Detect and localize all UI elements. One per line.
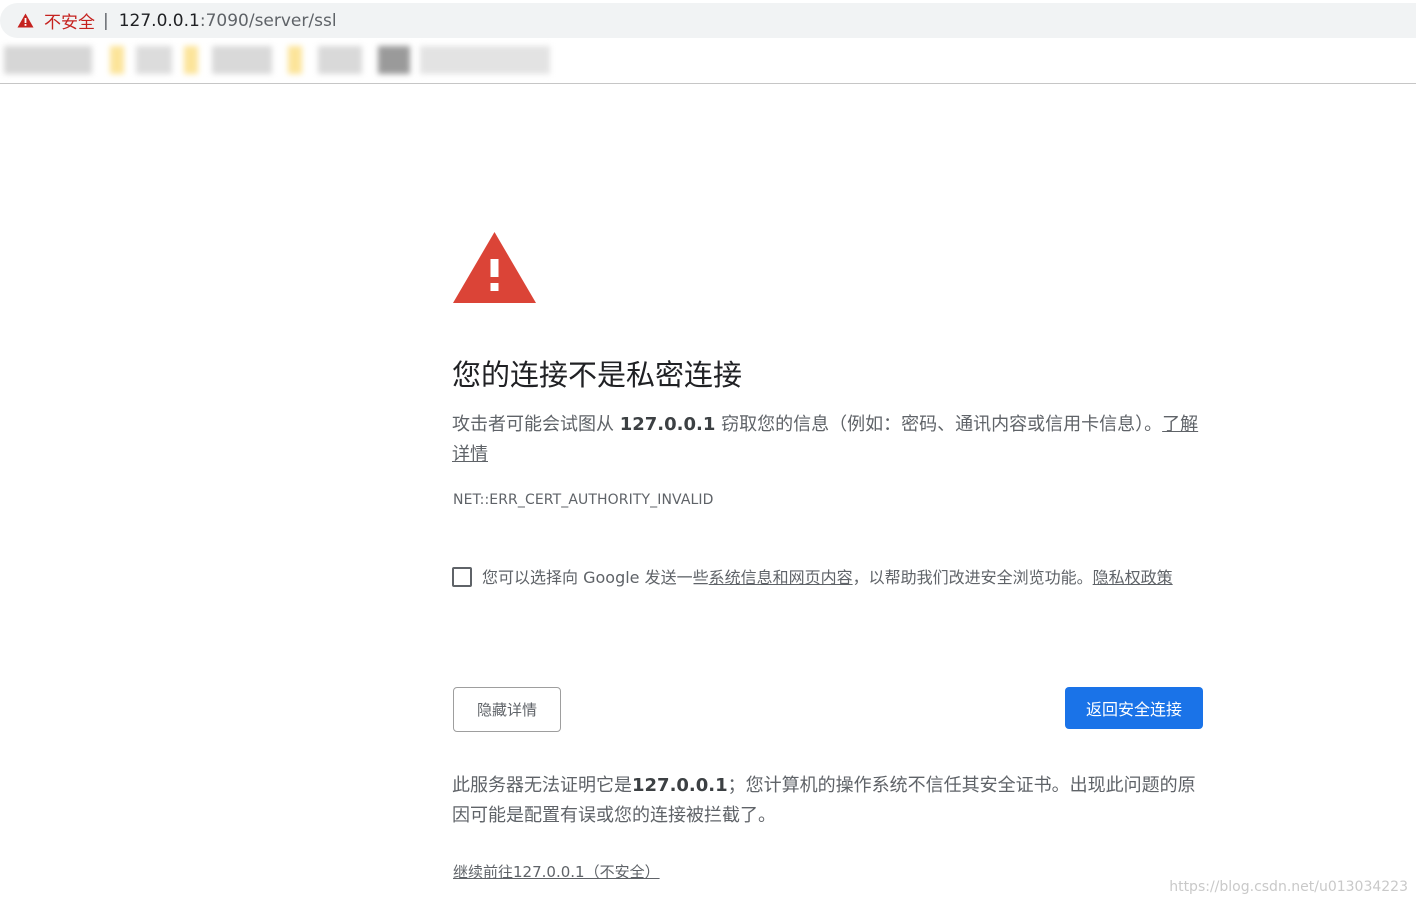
blurred-bookmark[interactable]	[4, 46, 92, 74]
message-post: 窃取您的信息（例如：密码、通讯内容或信用卡信息）。	[715, 414, 1163, 435]
address-separator: |	[103, 10, 109, 31]
blurred-bookmark[interactable]	[110, 46, 124, 74]
url-path: :7090/server/ssl	[199, 10, 337, 31]
blurred-bookmark[interactable]	[184, 46, 198, 74]
optin-text-mid: ，以帮助我们改进安全浏览功能。	[852, 568, 1093, 587]
security-status-label[interactable]: 不安全	[44, 8, 95, 33]
warning-triangle-icon	[452, 231, 537, 304]
details-host: 127.0.0.1	[632, 775, 728, 796]
url-host: 127.0.0.1	[118, 10, 200, 31]
error-code[interactable]: NET::ERR_CERT_AUTHORITY_INVALID	[453, 492, 714, 508]
address-bar[interactable]: 不安全 | 127.0.0.1:7090/server/ssl	[0, 3, 1416, 38]
blurred-bookmark[interactable]	[420, 46, 550, 74]
optin-text: 您可以选择向 Google 发送一些系统信息和网页内容，以帮助我们改进安全浏览功…	[482, 563, 1173, 593]
proceed-unsafe-link[interactable]: 继续前往127.0.0.1（不安全）	[453, 861, 660, 882]
details-message: 此服务器无法证明它是127.0.0.1；您计算机的操作系统不信任其安全证书。出现…	[452, 771, 1204, 831]
details-pre: 此服务器无法证明它是	[452, 775, 632, 796]
url-text[interactable]: 127.0.0.1:7090/server/ssl	[119, 11, 337, 31]
page-title: 您的连接不是私密连接	[452, 358, 743, 392]
back-to-safety-button[interactable]: 返回安全连接	[1065, 687, 1203, 729]
system-info-link[interactable]: 系统信息和网页内容	[709, 568, 853, 587]
watermark: https://blog.csdn.net/u013034223	[1169, 879, 1408, 895]
main-message: 攻击者可能会试图从 127.0.0.1 窃取您的信息（例如：密码、通讯内容或信用…	[452, 410, 1204, 470]
safe-browsing-optin: 您可以选择向 Google 发送一些系统信息和网页内容，以帮助我们改进安全浏览功…	[452, 565, 1182, 593]
hide-details-button[interactable]: 隐藏详情	[453, 687, 561, 732]
warning-triangle-icon[interactable]	[17, 13, 34, 28]
optin-text-pre: 您可以选择向 Google 发送一些	[482, 568, 709, 587]
blurred-bookmark[interactable]	[212, 46, 272, 74]
blurred-bookmark[interactable]	[318, 46, 362, 74]
blurred-bookmark[interactable]	[288, 46, 302, 74]
optin-checkbox[interactable]	[452, 567, 472, 587]
message-host: 127.0.0.1	[619, 414, 716, 435]
privacy-policy-link[interactable]: 隐私权政策	[1093, 568, 1173, 587]
blurred-bookmark[interactable]	[378, 46, 410, 74]
bookmarks-bar	[0, 38, 1416, 84]
blurred-bookmark[interactable]	[136, 46, 172, 74]
message-pre: 攻击者可能会试图从	[452, 414, 620, 435]
